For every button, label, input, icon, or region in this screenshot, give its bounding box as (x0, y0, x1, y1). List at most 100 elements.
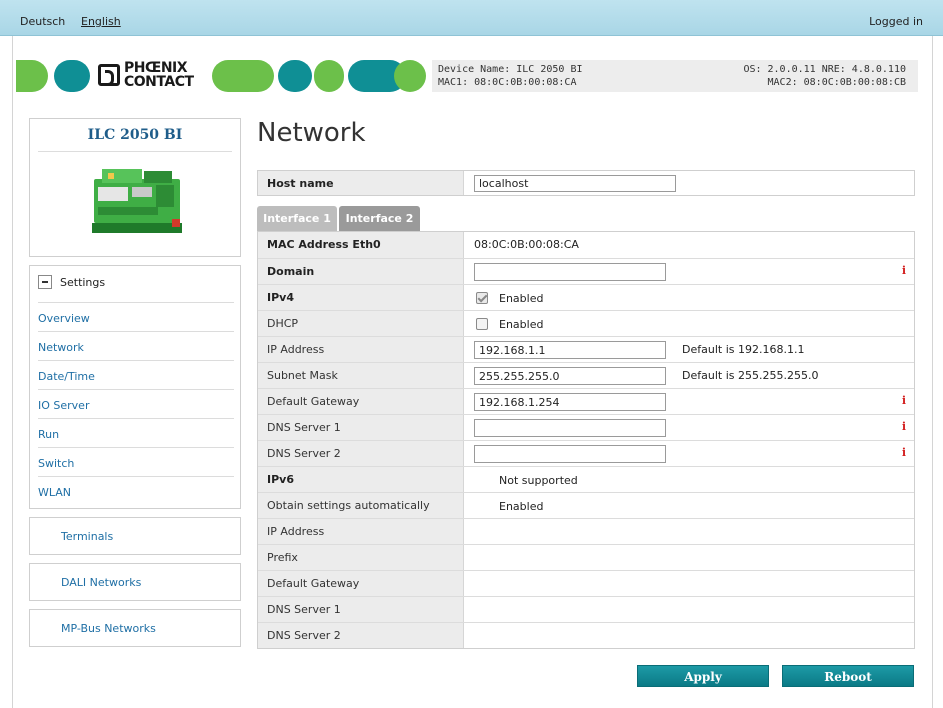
apply-button[interactable]: Apply (637, 665, 769, 687)
logo-shape (314, 60, 344, 92)
controller-device-image (92, 169, 182, 233)
table-row: IP Address (258, 518, 914, 544)
table-row: DNS Server 1 i (258, 414, 914, 440)
dali-networks-section[interactable]: DALI Networks (29, 563, 241, 601)
obtain-auto-label: Obtain settings automatically (258, 493, 464, 518)
logo-shape (54, 60, 90, 92)
host-name-label: Host name (258, 171, 464, 195)
os-version-text: OS: 2.0.0.11 NRE: 4.8.0.110 (743, 64, 906, 75)
subnet-mask-label: Subnet Mask (258, 363, 464, 388)
ipv6-gateway-label: Default Gateway (258, 571, 464, 596)
mp-bus-networks-section[interactable]: MP-Bus Networks (29, 609, 241, 647)
table-row: IP Address 192.168.1.1 Default is 192.16… (258, 336, 914, 362)
dns-server-2-input[interactable] (474, 445, 666, 463)
domain-input[interactable] (474, 263, 666, 281)
table-row: IPv6 Not supported (258, 466, 914, 492)
mac1-text: MAC1: 08:0C:0B:00:08:CA (438, 77, 577, 88)
mac2-text: MAC2: 08:0C:0B:00:08:CB (767, 77, 906, 88)
settings-panel: Settings Overview Network Date/Time IO S… (29, 265, 241, 509)
logo-shape (278, 60, 312, 92)
host-name-input[interactable]: localhost (474, 175, 676, 192)
table-row: Default Gateway (258, 570, 914, 596)
table-row: Obtain settings automatically Enabled (258, 492, 914, 518)
dhcp-enabled-label: Enabled (499, 318, 544, 331)
ipv6-address-label: IP Address (258, 519, 464, 544)
mac-address-value: 08:0C:0B:00:08:CA (474, 238, 579, 251)
table-row: Default Gateway 192.168.1.254 i (258, 388, 914, 414)
table-row: DNS Server 2 (258, 622, 914, 648)
dns-server-2-label: DNS Server 2 (258, 441, 464, 466)
dhcp-label: DHCP (258, 311, 464, 336)
table-row: Domain i (258, 258, 914, 284)
dali-networks-label: DALI Networks (61, 576, 142, 589)
table-row: DNS Server 2 i (258, 440, 914, 466)
table-row: Subnet Mask 255.255.255.0 Default is 255… (258, 362, 914, 388)
obtain-auto-value: Enabled (499, 500, 544, 513)
domain-label: Domain (258, 259, 464, 284)
device-info-bar: Device Name: ILC 2050 BI MAC1: 08:0C:0B:… (432, 60, 918, 92)
ip-address-input[interactable]: 192.168.1.1 (474, 341, 666, 359)
lang-deutsch-link[interactable]: Deutsch (20, 15, 65, 28)
info-icon[interactable]: i (902, 264, 906, 277)
divider (38, 151, 232, 152)
dns-server-1-input[interactable] (474, 419, 666, 437)
ip-address-default-hint: Default is 192.168.1.1 (682, 343, 805, 356)
lang-english-link[interactable]: English (81, 15, 121, 28)
logo-wordmark: PHŒNIX CONTACT (98, 60, 220, 92)
table-row: Prefix (258, 544, 914, 570)
dns-server-1-label: DNS Server 1 (258, 415, 464, 440)
phoenix-contact-logo: PHŒNIX CONTACT (16, 60, 426, 92)
logo-text: PHŒNIX CONTACT (124, 60, 194, 90)
login-status: Logged in (869, 15, 923, 28)
sidebar-item-io-server[interactable]: IO Server (38, 389, 234, 418)
ip-address-label: IP Address (258, 337, 464, 362)
ipv6-dns-server-1-label: DNS Server 1 (258, 597, 464, 622)
logo-shape (212, 60, 274, 92)
sidebar-item-overview[interactable]: Overview (38, 302, 234, 331)
default-gateway-label: Default Gateway (258, 389, 464, 414)
ipv6-dns-server-2-label: DNS Server 2 (258, 623, 464, 648)
device-model-name: ILC 2050 BI (87, 127, 183, 143)
top-bar: Deutsch English Logged in (0, 0, 943, 36)
ipv4-enabled-label: Enabled (499, 292, 544, 305)
logo-mark-icon (98, 64, 120, 86)
default-gateway-input[interactable]: 192.168.1.254 (474, 393, 666, 411)
table-row: DNS Server 1 (258, 596, 914, 622)
table-row: MAC Address Eth0 08:0C:0B:00:08:CA (258, 232, 914, 258)
settings-header[interactable]: Settings (38, 275, 105, 289)
ipv4-label: IPv4 (258, 285, 464, 310)
subnet-mask-default-hint: Default is 255.255.255.0 (682, 369, 819, 382)
terminals-label: Terminals (61, 530, 114, 543)
network-settings-table: MAC Address Eth0 08:0C:0B:00:08:CA Domai… (257, 231, 915, 649)
ipv6-label: IPv6 (258, 467, 464, 492)
collapse-icon[interactable] (38, 275, 52, 289)
sidebar-item-network[interactable]: Network (38, 331, 234, 360)
table-row: IPv4 Enabled (258, 284, 914, 310)
table-row: DHCP Enabled (258, 310, 914, 336)
sidebar-item-wlan[interactable]: WLAN (38, 476, 234, 505)
info-icon[interactable]: i (902, 394, 906, 407)
page-title: Network (257, 118, 366, 148)
terminals-section[interactable]: Terminals (29, 517, 241, 555)
sidebar-item-switch[interactable]: Switch (38, 447, 234, 476)
device-card: ILC 2050 BI (29, 118, 241, 257)
logo-shape (394, 60, 426, 92)
ipv6-status-value: Not supported (499, 474, 578, 487)
ipv6-prefix-label: Prefix (258, 545, 464, 570)
reboot-button[interactable]: Reboot (782, 665, 914, 687)
sidebar-item-date-time[interactable]: Date/Time (38, 360, 234, 389)
sidebar-item-run[interactable]: Run (38, 418, 234, 447)
mac-address-label: MAC Address Eth0 (258, 232, 464, 258)
subnet-mask-input[interactable]: 255.255.255.0 (474, 367, 666, 385)
host-name-row: Host name localhost (257, 170, 915, 196)
logo-shape (16, 60, 48, 92)
mp-bus-networks-label: MP-Bus Networks (61, 622, 156, 635)
tab-interface-1[interactable]: Interface 1 (257, 206, 337, 231)
settings-label: Settings (60, 275, 106, 289)
info-icon[interactable]: i (902, 446, 906, 459)
dhcp-checkbox[interactable] (476, 318, 488, 330)
ipv4-checkbox (476, 292, 488, 304)
info-icon[interactable]: i (902, 420, 906, 433)
device-name-text: Device Name: ILC 2050 BI (438, 64, 583, 75)
tab-interface-2[interactable]: Interface 2 (339, 206, 420, 231)
